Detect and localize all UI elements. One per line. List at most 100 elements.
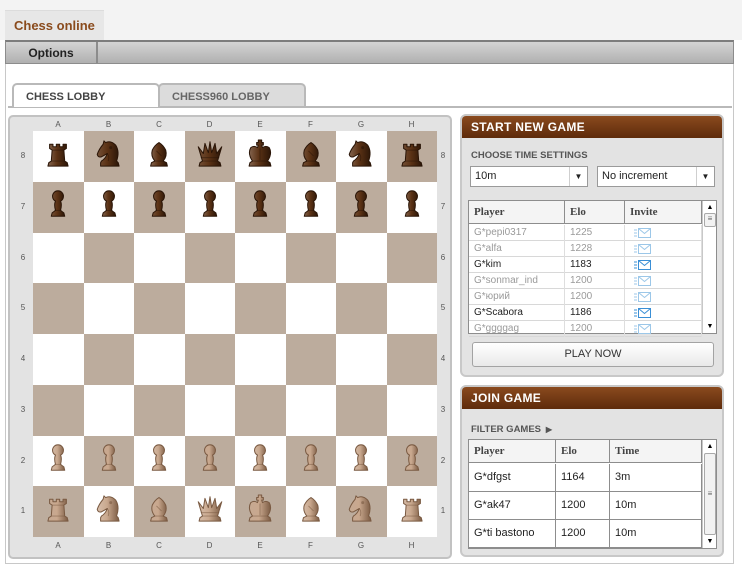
dark-pawn-icon[interactable]	[138, 186, 180, 228]
square-a4[interactable]	[33, 334, 84, 385]
player-row[interactable]: G*Scabora 1186	[469, 305, 702, 321]
square-g3[interactable]	[336, 384, 387, 436]
square-f2[interactable]	[285, 435, 336, 487]
tab-chess960-lobby[interactable]: CHESS960 LOBBY	[158, 83, 306, 107]
light-knight-icon[interactable]	[340, 490, 382, 532]
light-bishop-icon[interactable]	[290, 490, 332, 532]
square-h5[interactable]	[386, 283, 437, 334]
chess-board[interactable]	[33, 131, 437, 537]
square-b4[interactable]	[83, 334, 134, 385]
square-g7[interactable]	[336, 181, 387, 233]
square-f4[interactable]	[285, 334, 336, 385]
envelope-icon[interactable]	[634, 308, 652, 321]
square-h6[interactable]	[386, 232, 437, 284]
column-header-elo[interactable]: Elo	[556, 440, 610, 463]
arrow-down-icon[interactable]: ▼	[704, 321, 716, 332]
square-a3[interactable]	[33, 384, 84, 436]
arrow-down-icon[interactable]: ▼	[704, 536, 716, 547]
square-f1[interactable]	[285, 486, 336, 537]
square-b1[interactable]	[83, 486, 134, 537]
light-pawn-icon[interactable]	[391, 440, 433, 482]
square-d8[interactable]	[184, 131, 235, 182]
square-e7[interactable]	[235, 181, 286, 233]
dark-rook-icon[interactable]	[391, 135, 433, 177]
increment-select[interactable]: No increment ▼	[597, 166, 715, 187]
square-b5[interactable]	[83, 283, 134, 334]
player-row[interactable]: G*alfa 1228	[469, 241, 702, 257]
square-d2[interactable]	[184, 435, 235, 487]
dark-bishop-icon[interactable]	[290, 135, 332, 177]
square-h8[interactable]	[386, 131, 437, 182]
dark-knight-icon[interactable]	[88, 135, 130, 177]
square-d7[interactable]	[184, 181, 235, 233]
square-d4[interactable]	[184, 334, 235, 385]
square-b8[interactable]	[83, 131, 134, 182]
square-c1[interactable]	[134, 486, 185, 537]
square-c5[interactable]	[134, 283, 185, 334]
square-c4[interactable]	[134, 334, 185, 385]
square-d1[interactable]	[184, 486, 235, 537]
envelope-icon[interactable]	[634, 260, 652, 273]
dark-pawn-icon[interactable]	[290, 186, 332, 228]
square-c2[interactable]	[134, 435, 185, 487]
light-pawn-icon[interactable]	[138, 440, 180, 482]
games-scroll-thumb[interactable]: ≡	[704, 453, 716, 535]
square-g4[interactable]	[336, 334, 387, 385]
dark-pawn-icon[interactable]	[37, 186, 79, 228]
square-c8[interactable]	[134, 131, 185, 182]
square-g5[interactable]	[336, 283, 387, 334]
light-rook-icon[interactable]	[37, 490, 79, 532]
square-h2[interactable]	[386, 435, 437, 487]
square-b7[interactable]	[83, 181, 134, 233]
square-f3[interactable]	[285, 384, 336, 436]
play-now-button[interactable]: PLAY NOW	[472, 342, 714, 367]
square-a7[interactable]	[33, 181, 84, 233]
square-a6[interactable]	[33, 232, 84, 284]
square-e5[interactable]	[235, 283, 286, 334]
player-row[interactable]: G*ggggag 1200	[469, 321, 702, 337]
column-header-player[interactable]: Player	[469, 440, 556, 463]
square-g1[interactable]	[336, 486, 387, 537]
dark-pawn-icon[interactable]	[239, 186, 281, 228]
square-d5[interactable]	[184, 283, 235, 334]
game-row[interactable]: G*ak47 1200 10m	[469, 492, 702, 520]
square-b3[interactable]	[83, 384, 134, 436]
square-f8[interactable]	[285, 131, 336, 182]
player-row[interactable]: G*sonmar_ind 1200	[469, 273, 702, 289]
player-row[interactable]: G*pepi0317 1225	[469, 225, 702, 241]
dark-pawn-icon[interactable]	[88, 186, 130, 228]
game-row[interactable]: G*ti bastono 1200 10m	[469, 520, 702, 548]
column-header-player[interactable]: Player	[469, 201, 565, 224]
square-c7[interactable]	[134, 181, 185, 233]
dark-pawn-icon[interactable]	[340, 186, 382, 228]
dark-queen-icon[interactable]	[189, 135, 231, 177]
square-f6[interactable]	[285, 232, 336, 284]
column-header-time[interactable]: Time	[610, 440, 702, 463]
light-queen-icon[interactable]	[189, 490, 231, 532]
square-a5[interactable]	[33, 283, 84, 334]
dark-bishop-icon[interactable]	[138, 135, 180, 177]
square-g6[interactable]	[336, 232, 387, 284]
light-rook-icon[interactable]	[391, 490, 433, 532]
light-pawn-icon[interactable]	[340, 440, 382, 482]
square-e6[interactable]	[235, 232, 286, 284]
dark-pawn-icon[interactable]	[391, 186, 433, 228]
square-e8[interactable]	[235, 131, 286, 182]
dark-knight-icon[interactable]	[340, 135, 382, 177]
square-h4[interactable]	[386, 334, 437, 385]
player-row[interactable]: G*юрий 1200	[469, 289, 702, 305]
square-h7[interactable]	[386, 181, 437, 233]
square-b2[interactable]	[83, 435, 134, 487]
square-h3[interactable]	[386, 384, 437, 436]
square-g8[interactable]	[336, 131, 387, 182]
column-header-invite[interactable]: Invite	[625, 201, 702, 224]
square-c6[interactable]	[134, 232, 185, 284]
player-row[interactable]: G*kim 1183	[469, 257, 702, 273]
square-f7[interactable]	[285, 181, 336, 233]
arrow-up-icon[interactable]: ▲	[704, 202, 716, 213]
square-d3[interactable]	[184, 384, 235, 436]
square-d6[interactable]	[184, 232, 235, 284]
filter-games-link[interactable]: FILTER GAMES ▶	[471, 424, 552, 435]
players-scrollbar[interactable]: ▲ ≡ ▼	[702, 201, 716, 333]
column-header-elo[interactable]: Elo	[565, 201, 625, 224]
